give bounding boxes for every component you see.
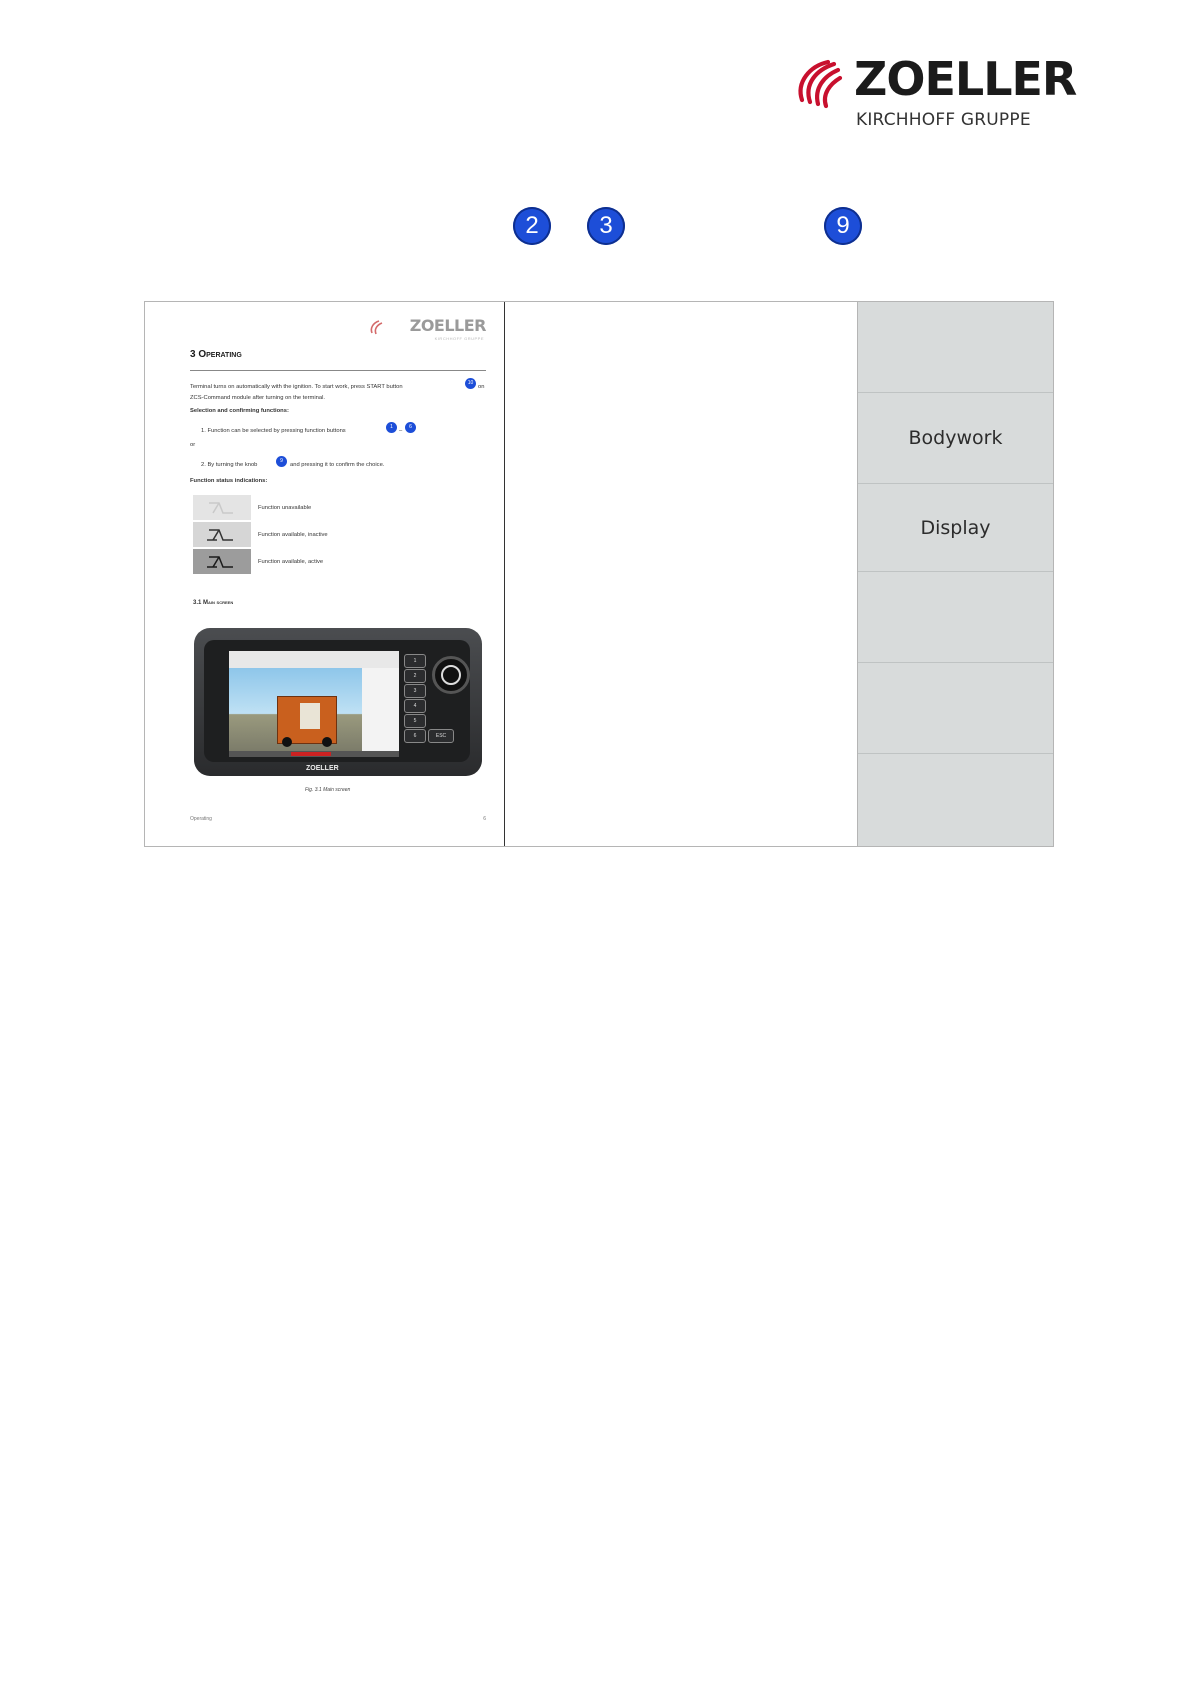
preview-intro-line: Terminal turns on automatically with the…: [190, 384, 403, 390]
preview-badge: 1: [386, 422, 397, 433]
preview-badge: 9: [276, 456, 287, 467]
callout-badge: 2: [513, 207, 551, 245]
callout-badge: 9: [824, 207, 862, 245]
side-menu-item-bodywork[interactable]: Bodywork: [858, 393, 1053, 484]
function-key: 1: [404, 654, 426, 668]
zoeller-logo: ZOELLER KIRCHHOFF GRUPPE: [790, 52, 1077, 134]
side-menu-item[interactable]: [858, 754, 1053, 846]
side-menu-item[interactable]: [858, 302, 1053, 393]
function-key: 4: [404, 699, 426, 713]
preview-or: or: [190, 442, 196, 448]
screen-icon-column: [362, 668, 399, 751]
screen-bottom-bar: [229, 751, 399, 757]
function-icon: [207, 529, 233, 541]
rotary-knob-icon: [432, 656, 470, 694]
page-number: 6: [483, 816, 486, 822]
preview-subheading: Function status indications:: [190, 478, 268, 484]
legend-label: Function available, active: [258, 559, 324, 565]
preview-heading: 3 Operating: [190, 349, 242, 360]
function-key: 6: [404, 729, 426, 743]
side-menu: Bodywork Display: [858, 302, 1053, 846]
esc-key: ESC: [428, 729, 454, 743]
page-footer-section: Operating: [190, 816, 212, 822]
side-menu-item[interactable]: [858, 663, 1053, 754]
legend-label: Function available, inactive: [258, 532, 328, 538]
divider: [190, 370, 486, 371]
truck-icon: [277, 696, 337, 747]
zoeller-swoosh-icon: [798, 59, 843, 109]
preview-dash: –: [399, 428, 403, 434]
preview-badge: 10: [465, 378, 476, 389]
function-keys: 1 2 3 4 5 6: [404, 654, 426, 754]
function-key: 3: [404, 684, 426, 698]
preview-step-tail: and pressing it to confirm the choice.: [290, 462, 385, 468]
callout-badge: 3: [587, 207, 625, 245]
figure-caption: Fig. 3.1 Main screen: [305, 787, 351, 793]
legend-swatch-unavailable: [193, 495, 251, 520]
legend-swatch-active: [193, 549, 251, 574]
preview-subsection: 3.1 Main screen: [193, 600, 234, 606]
device-brand: ZOELLER: [306, 765, 339, 772]
side-menu-item[interactable]: [858, 572, 1053, 663]
preview-logo-sub: KIRCHHOFF GRUPPE: [434, 336, 484, 341]
truck-photo: [229, 668, 362, 751]
preview-badge: 6: [405, 422, 416, 433]
brand-tagline: KIRCHHOFF GRUPPE: [856, 110, 1031, 130]
function-icon: [209, 502, 233, 514]
zoeller-swoosh-icon: [370, 320, 383, 335]
function-icon: [207, 556, 233, 568]
terminal-device-image: 1 2 3 4 5 6 ESC ZOELLER: [194, 628, 482, 776]
preview-step: 2. By turning the knob: [201, 462, 258, 468]
display-frame: ZOELLER KIRCHHOFF GRUPPE 3 Operating Ter…: [144, 301, 1054, 847]
function-key: 2: [404, 669, 426, 683]
manual-page-preview: ZOELLER KIRCHHOFF GRUPPE 3 Operating Ter…: [145, 302, 505, 846]
screen-status-bar: [229, 651, 399, 669]
legend-swatch-inactive: [193, 522, 251, 547]
preview-step: 1. Function can be selected by pressing …: [201, 428, 346, 434]
terminal-screen: [229, 651, 399, 757]
legend-label: Function unavailable: [258, 505, 312, 511]
preview-subheading: Selection and confirming functions:: [190, 408, 289, 414]
side-menu-item-display[interactable]: Display: [858, 484, 1053, 572]
preview-intro-tail: on: [478, 384, 485, 390]
content-panel: [505, 302, 858, 846]
brand-name: ZOELLER: [854, 52, 1077, 106]
preview-logo: ZOELLER: [409, 316, 487, 335]
preview-intro-line: ZCS-Command module after turning on the …: [190, 395, 325, 401]
function-key: 5: [404, 714, 426, 728]
